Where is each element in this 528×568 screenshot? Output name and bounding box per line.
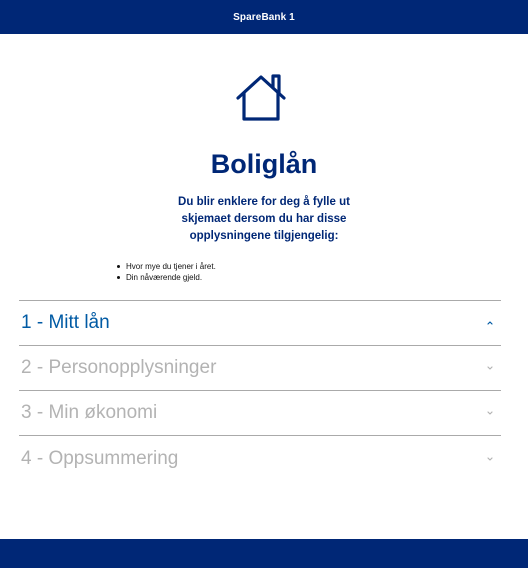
step-label: 4 - Oppsummering	[21, 447, 179, 469]
house-icon	[236, 74, 286, 121]
steps-accordion: 1 - Mitt lån 2 - Personopplysninger 3 - …	[19, 300, 501, 481]
bottom-footer-bar	[0, 539, 528, 568]
requirements-list: Hvor mye du tjener i året. Din nåværende…	[116, 261, 216, 283]
intro-text: Du blir enklere for deg å fylle ut skjem…	[178, 196, 350, 242]
step-personopplysninger[interactable]: 2 - Personopplysninger	[19, 346, 501, 391]
step-label: 3 - Min økonomi	[21, 402, 158, 423]
chevron-down-icon	[487, 366, 493, 370]
chevron-down-icon	[487, 456, 493, 461]
list-item: Hvor mye du tjener i året.	[116, 261, 216, 272]
step-label: 2 - Personopplysninger	[21, 357, 217, 378]
top-header-bar: SpareBank 1	[0, 0, 528, 34]
step-oppsummering[interactable]: 4 - Oppsummering	[19, 436, 501, 481]
list-item: Din nåværende gjeld.	[116, 272, 216, 283]
chevron-down-icon	[487, 411, 493, 415]
page-title: Boliglån	[210, 149, 318, 179]
step-min-okonomi[interactable]: 3 - Min økonomi	[19, 391, 501, 436]
step-mitt-lan[interactable]: 1 - Mitt lån	[19, 301, 501, 346]
brand-logo-text: SpareBank 1	[233, 11, 295, 23]
chevron-up-icon	[487, 321, 493, 325]
step-label: 1 - Mitt lån	[21, 312, 110, 333]
